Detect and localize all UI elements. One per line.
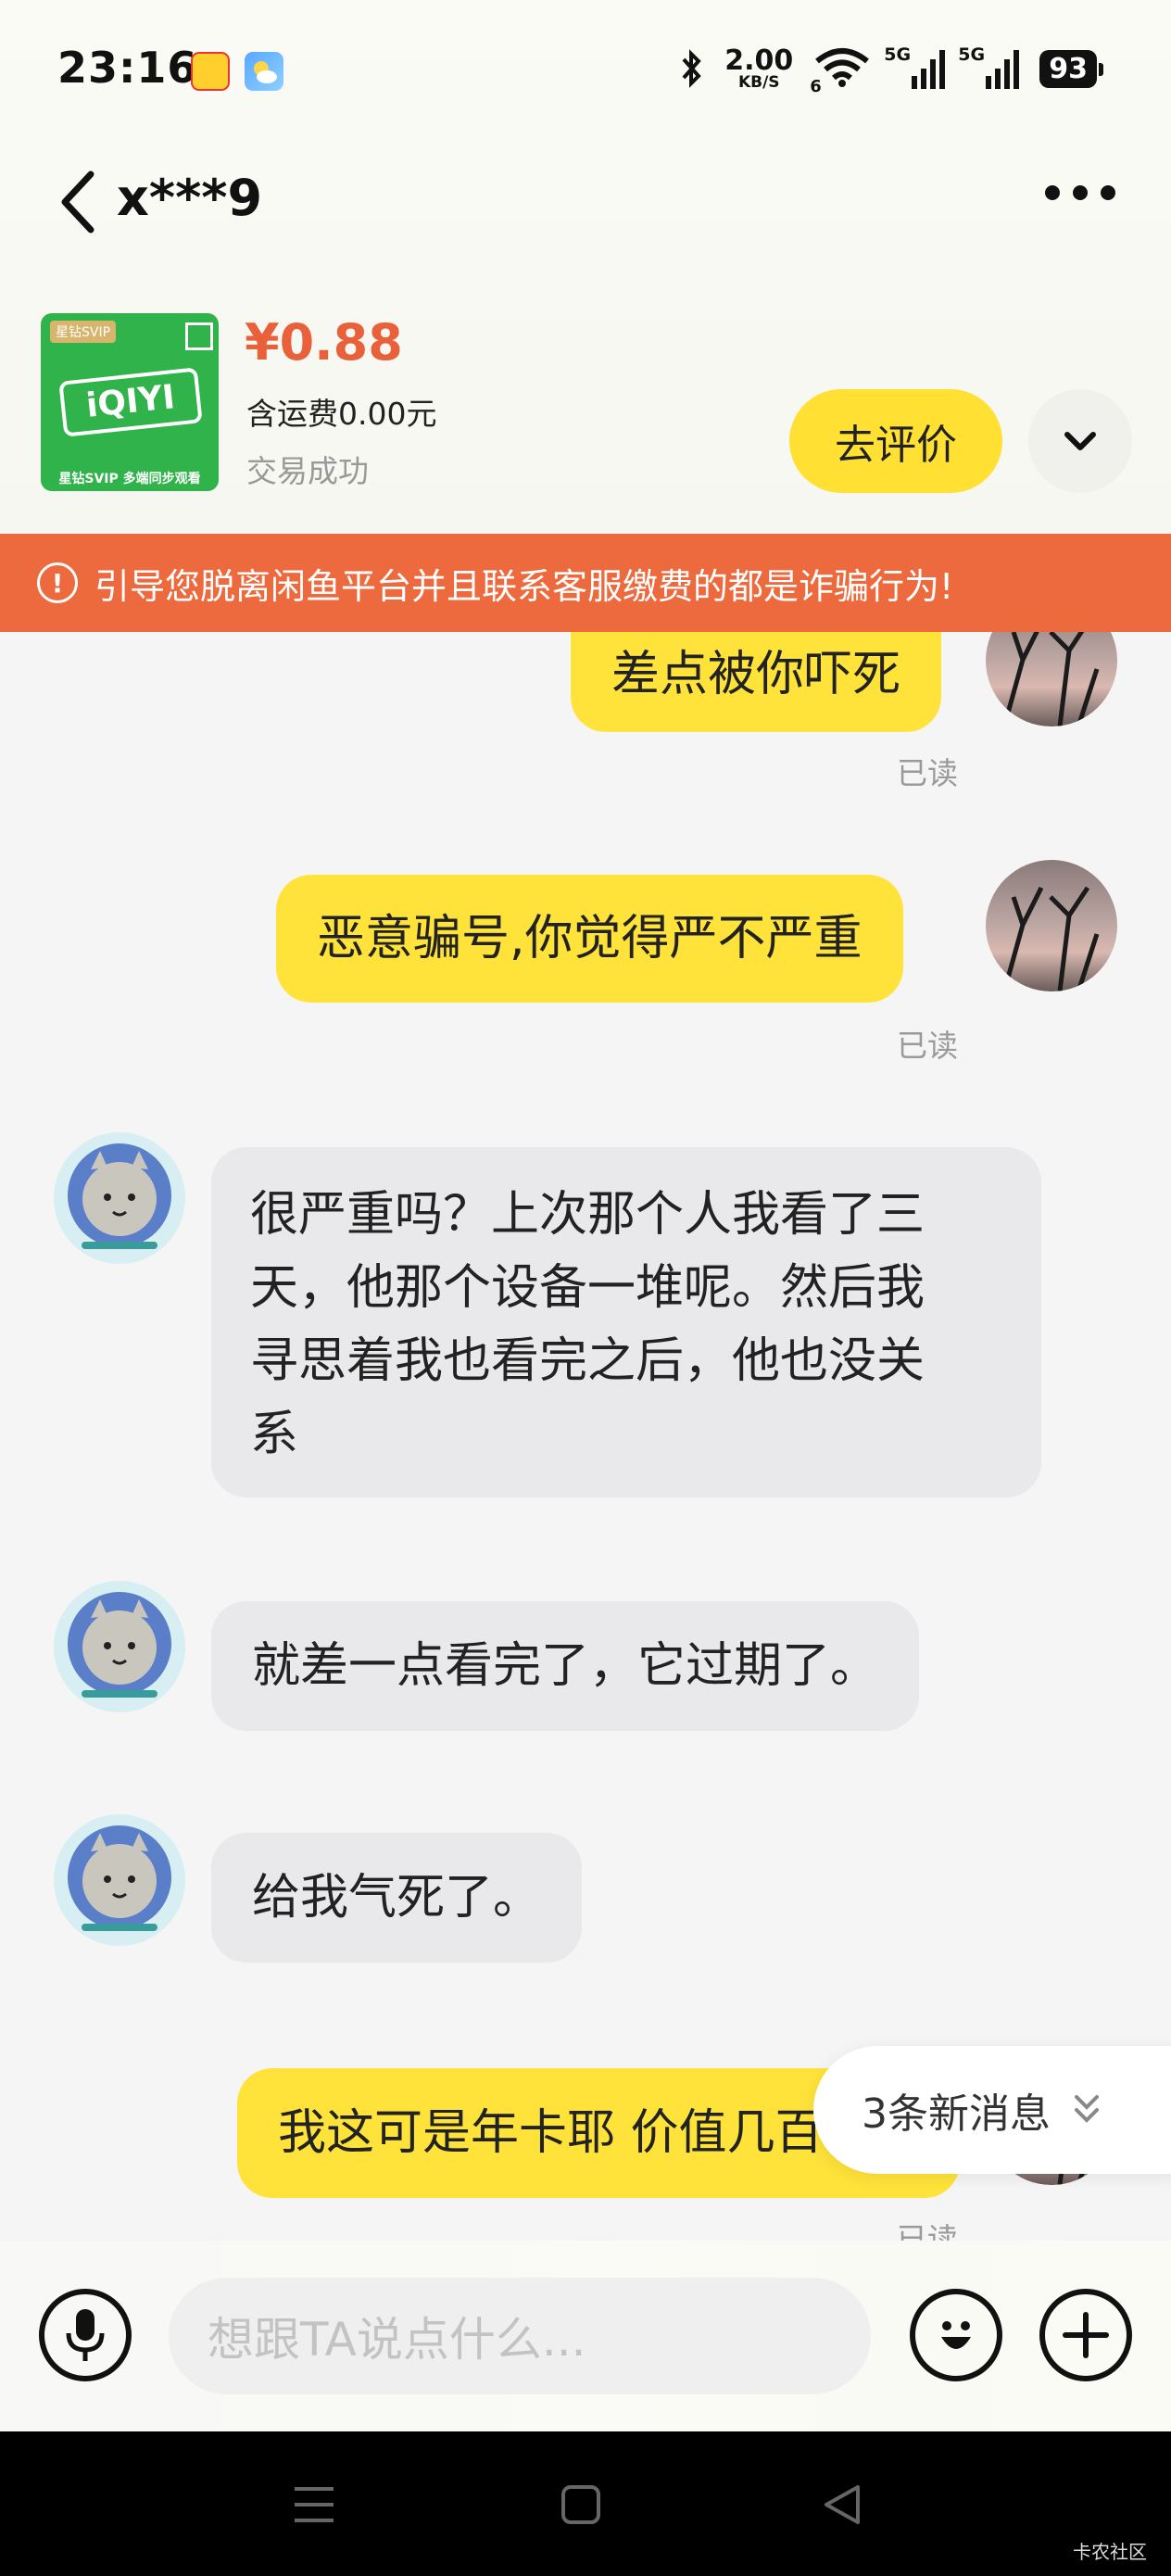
smiley-icon <box>941 2321 971 2349</box>
message-text: 我这可是年卡耶 价值几百 <box>278 2105 824 2161</box>
emoji-button[interactable] <box>910 2289 1002 2381</box>
product-price: ¥0.88 <box>245 313 403 372</box>
weather-icon <box>245 52 283 91</box>
wifi-sub-label: 6 <box>810 77 822 96</box>
double-chevron-down-icon <box>1075 2095 1099 2123</box>
new-messages-button[interactable]: 3条新消息 <box>813 2046 1171 2174</box>
back-button[interactable] <box>56 169 104 235</box>
message-line: 很严重吗？上次那个人我看了三 <box>250 1187 925 1243</box>
wifi-icon <box>815 48 870 87</box>
app-notification-icon <box>191 52 230 91</box>
signal-2-label: 5G <box>958 44 986 65</box>
read-status: 已读 <box>897 755 958 791</box>
warning-icon: ! <box>37 562 78 603</box>
watermark: 卡农社区 <box>1073 2541 1147 2563</box>
system-navigation-bar <box>0 2431 1171 2576</box>
my-avatar[interactable] <box>986 860 1117 991</box>
fraud-warning-banner: ! 引导您脱离闲鱼平台并且联系客服缴费的都是诈骗行为! <box>0 534 1171 632</box>
network-speed-value: 2.00 <box>724 44 794 77</box>
shipping-fee: 含运费0.00元 <box>246 396 437 432</box>
message-bubble-outgoing[interactable]: 恶意骗号,你觉得严不严重 <box>276 875 903 1003</box>
contact-avatar[interactable] <box>54 1132 185 1264</box>
more-options-button[interactable] <box>1045 185 1115 200</box>
chat-area[interactable]: 差点被你吓死 已读 恶意骗号,你觉得严不严重 已读 很严重吗？上次那个人我看了三… <box>0 632 1171 2241</box>
thumb-tag: 星钻SVIP <box>50 321 117 343</box>
home-icon[interactable] <box>560 2483 602 2526</box>
battery-indicator: 93 <box>1039 49 1103 88</box>
back-nav-icon[interactable] <box>821 2483 863 2526</box>
product-thumbnail[interactable]: 星钻SVIP iQIYI 星钻SVIP 多端同步观看 <box>41 313 219 491</box>
qr-icon <box>185 322 213 350</box>
status-bar: 23:16 2.00 KB/S 6 5G 5G 93 <box>0 0 1171 139</box>
new-messages-label: 3条新消息 <box>862 2090 1051 2138</box>
rate-button[interactable]: 去评价 <box>789 389 1002 493</box>
menu-icon[interactable] <box>293 2483 335 2526</box>
signal-2-indicator: 5G <box>958 44 1020 89</box>
add-button[interactable] <box>1039 2289 1132 2381</box>
message-bubble-incoming[interactable]: 给我气死了。 <box>211 1833 583 1963</box>
message-text: 恶意骗号,你觉得严不严重 <box>317 911 863 966</box>
message-input[interactable]: 想跟TA说点什么... <box>169 2278 871 2394</box>
my-avatar[interactable] <box>986 632 1117 726</box>
contact-name[interactable]: x***9 <box>117 169 262 227</box>
network-speed-unit: KB/S <box>737 72 780 92</box>
voice-button[interactable] <box>39 2289 132 2381</box>
deal-status: 交易成功 <box>246 453 369 489</box>
network-speed: 2.00 KB/S <box>724 44 794 92</box>
message-bubble-incoming[interactable]: 很严重吗？上次那个人我看了三 天，他那个设备一堆呢。然后我 寻思着我也看完之后，… <box>211 1147 1041 1497</box>
message-line: 系 <box>250 1407 299 1462</box>
status-time: 23:16 <box>57 43 198 93</box>
message-line: 寻思着我也看完之后，他也没关 <box>250 1333 925 1389</box>
signal-1-label: 5G <box>884 44 912 65</box>
chevron-down-icon <box>1064 432 1096 450</box>
more-dot-icon <box>1045 185 1060 200</box>
message-line: 天，他那个设备一堆呢。然后我 <box>250 1260 925 1316</box>
message-text: 就差一点看完了，它过期了。 <box>252 1638 879 1694</box>
microphone-icon <box>66 2309 105 2361</box>
thumb-caption: 星钻SVIP 多端同步观看 <box>58 472 201 486</box>
signal-1-indicator: 5G <box>884 44 946 89</box>
read-status: 已读 <box>897 1028 958 1064</box>
expand-button[interactable] <box>1028 389 1132 493</box>
read-status: 已读 <box>897 2221 958 2241</box>
contact-avatar[interactable] <box>54 1814 185 1946</box>
iqiyi-logo: iQIYI <box>58 367 203 437</box>
message-text: 差点被你吓死 <box>611 647 901 702</box>
wifi-indicator: 6 <box>810 46 871 96</box>
more-dot-icon <box>1073 185 1088 200</box>
bluetooth-icon <box>682 49 701 88</box>
plus-icon <box>1063 2312 1109 2358</box>
more-dot-icon <box>1101 185 1115 200</box>
warning-text: 引导您脱离闲鱼平台并且联系客服缴费的都是诈骗行为! <box>94 565 954 607</box>
message-bubble-incoming[interactable]: 就差一点看完了，它过期了。 <box>211 1601 920 1731</box>
chevron-left-icon <box>61 170 94 234</box>
message-bubble-outgoing[interactable]: 差点被你吓死 <box>571 632 942 732</box>
contact-avatar[interactable] <box>54 1581 185 1712</box>
status-indicators: 2.00 KB/S 6 5G 5G 93 <box>680 41 1103 96</box>
message-text: 给我气死了。 <box>252 1870 542 1926</box>
